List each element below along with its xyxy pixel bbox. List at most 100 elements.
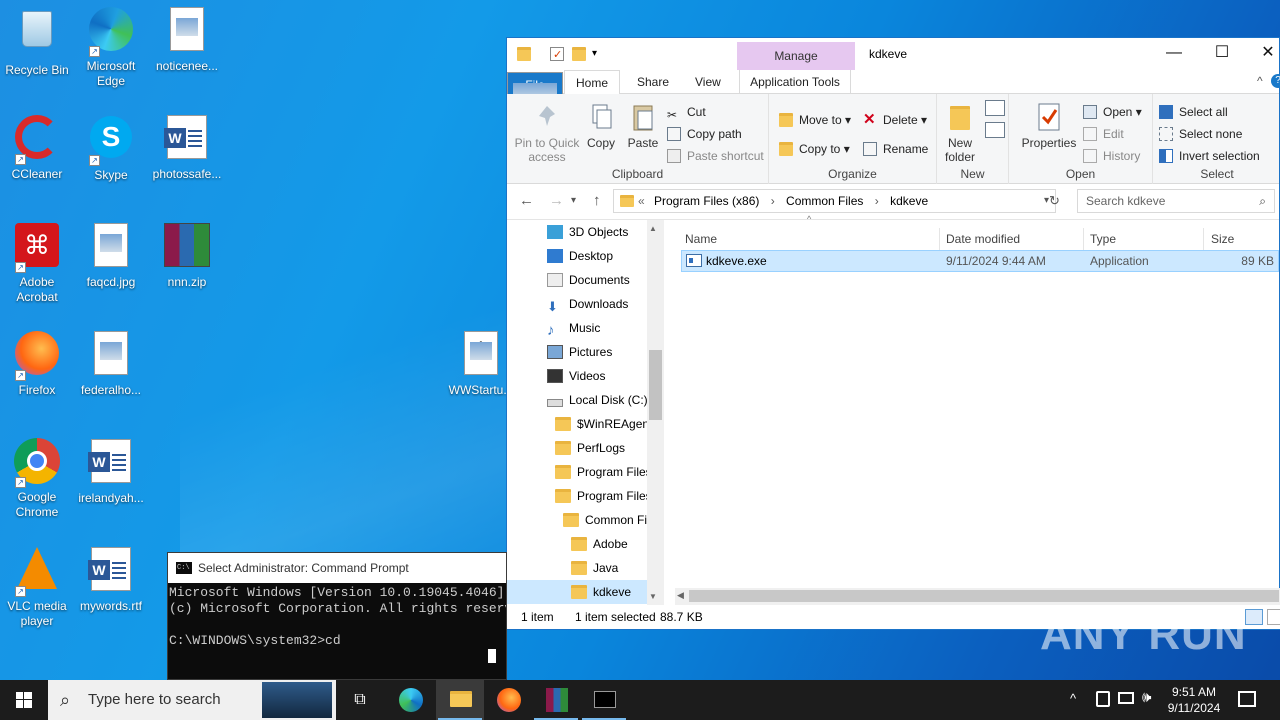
paste-shortcut-button[interactable]: Paste shortcut <box>667 146 764 166</box>
desktop-icon[interactable]: federalho... <box>74 329 148 398</box>
back-icon[interactable]: ← <box>519 192 534 209</box>
sidebar-item[interactable]: PerfLogs <box>555 436 625 460</box>
sidebar-item[interactable]: Program Files <box>555 484 652 508</box>
sidebar-item[interactable]: 3D Objects <box>547 220 628 244</box>
cut-button[interactable]: ✂ Cut <box>667 102 706 122</box>
help-icon[interactable]: ? <box>1271 74 1280 88</box>
column-name[interactable]: Name <box>685 228 717 250</box>
desktop-icon[interactable]: Wmywords.rtf <box>74 545 148 614</box>
taskbar-edge-icon[interactable] <box>386 680 434 720</box>
sidebar-item[interactable]: Java <box>571 556 618 580</box>
navigation-pane[interactable]: 3D Objects Desktop Documents ⬇ Downloads ♪ Mus… <box>507 220 665 605</box>
command-prompt-window[interactable]: C:\ Select Administrator: Command Prompt… <box>167 552 507 680</box>
tab-home[interactable]: Home <box>564 70 620 95</box>
large-icons-view-icon[interactable] <box>1267 609 1280 625</box>
desktop-icon[interactable]: ↗ CCleaner <box>0 113 74 182</box>
select-none-button[interactable]: Select none <box>1159 124 1242 144</box>
breadcrumb-kdkeve[interactable]: kdkeve <box>890 194 928 208</box>
tab-application-tools[interactable]: Application Tools <box>739 70 851 94</box>
hscroll-thumb[interactable] <box>689 590 1279 602</box>
tab-view[interactable]: View <box>683 70 733 94</box>
new-item-icon[interactable] <box>985 100 1005 116</box>
maximize-icon[interactable]: ☐ <box>1199 38 1245 68</box>
scroll-left-icon[interactable]: ◀ <box>677 590 684 601</box>
easy-access-icon[interactable] <box>985 122 1005 138</box>
cmd-output[interactable]: Microsoft Windows [Version 10.0.19045.40… <box>168 583 506 649</box>
nav-scroll-thumb[interactable] <box>649 350 662 420</box>
recent-locations-icon[interactable]: ▾ <box>571 195 576 206</box>
taskbar-winrar-icon[interactable] <box>532 680 580 720</box>
up-icon[interactable]: ↑ <box>593 192 601 209</box>
search-input[interactable]: Search kdkeve ⌕ <box>1077 189 1275 213</box>
file-list-hscrollbar[interactable]: ◀ <box>675 588 1280 605</box>
details-view-icon[interactable] <box>1245 609 1263 625</box>
taskbar-firefox-icon[interactable] <box>484 680 532 720</box>
nav-scrollbar[interactable]: ▲ ▼ <box>647 220 664 605</box>
forward-icon[interactable]: → <box>549 192 564 209</box>
taskbar-clock[interactable]: 9:51 AM 9/11/2024 <box>1158 684 1230 716</box>
scroll-up-icon[interactable]: ▲ <box>649 224 657 233</box>
minimize-icon[interactable]: — <box>1151 38 1197 68</box>
properties-qa-icon[interactable]: ✓ <box>550 47 564 61</box>
new-folder-button[interactable]: New folder <box>941 102 979 164</box>
taskbar-explorer-icon[interactable] <box>436 680 484 720</box>
overflow-chevron[interactable]: « <box>638 190 645 212</box>
desktop-icon[interactable]: ↗ Microsoft Edge <box>74 5 148 89</box>
desktop-icon[interactable]: Recycle Bin <box>0 5 74 78</box>
tab-file[interactable]: File <box>507 72 563 101</box>
manage-context-tab[interactable]: Manage <box>737 42 855 70</box>
tab-share[interactable]: Share <box>625 70 681 94</box>
desktop-icon[interactable]: faqcd.jpg <box>74 221 148 290</box>
sidebar-item[interactable]: Pictures <box>547 340 612 364</box>
breadcrumb-common-files[interactable]: Common Files <box>786 194 863 208</box>
invert-selection-button[interactable]: Invert selection <box>1159 146 1260 166</box>
rename-button[interactable]: Rename <box>863 139 928 159</box>
desktop-icon[interactable]: Wirelandyah... <box>74 437 148 506</box>
device-icon[interactable] <box>1096 691 1110 707</box>
new-folder-qa-icon[interactable] <box>572 47 586 61</box>
task-view-icon[interactable]: ⧉ <box>336 680 384 720</box>
file-explorer-window[interactable]: ✓ ▾ Manage kdkeve — ☐ ✕ File Home Share … <box>506 37 1280 630</box>
delete-button[interactable]: ✕ Delete ▾ <box>863 110 927 130</box>
edit-button[interactable]: Edit <box>1083 124 1124 144</box>
desktop-icon[interactable]: ↗ VLC media player <box>0 545 74 629</box>
column-date-modified[interactable]: Date modified <box>946 228 1020 250</box>
sidebar-item[interactable]: ♪ Music <box>547 316 600 340</box>
sidebar-item[interactable]: Desktop <box>547 244 613 268</box>
sidebar-item[interactable]: Common Fi <box>563 508 647 532</box>
select-all-button[interactable]: Select all <box>1159 102 1228 122</box>
notification-icon[interactable] <box>1238 691 1256 707</box>
start-button[interactable] <box>0 680 48 720</box>
sidebar-item[interactable]: Documents <box>547 268 630 292</box>
properties-button[interactable]: Properties <box>1019 102 1079 150</box>
sidebar-item[interactable]: Adobe <box>571 532 628 556</box>
pin-quick-access-button[interactable]: Pin to Quick access <box>511 102 583 164</box>
address-box[interactable]: « Program Files (x86) › Common Files › k… <box>613 189 1056 213</box>
refresh-icon[interactable]: ↻ <box>1049 193 1060 209</box>
sidebar-item[interactable]: Program Files <box>555 460 652 484</box>
collapse-ribbon-icon[interactable]: ^ <box>1257 74 1263 88</box>
column-size[interactable]: Size <box>1211 228 1234 250</box>
desktop-icon[interactable]: ⌘ ↗ Adobe Acrobat <box>0 221 74 305</box>
volume-icon[interactable]: 🕪 <box>1142 689 1151 706</box>
taskbar-search-input[interactable]: ⌕ Type here to search <box>48 680 336 720</box>
desktop-icon[interactable]: S ↗ Skype <box>74 113 148 183</box>
desktop-icon[interactable]: noticenee... <box>150 5 224 74</box>
table-row[interactable]: kdkeve.exe 9/11/2024 9:44 AM Application… <box>681 250 1279 272</box>
paste-button[interactable]: Paste <box>623 102 663 150</box>
sidebar-item[interactable]: ⬇ Downloads <box>547 292 628 316</box>
sidebar-item[interactable]: Videos <box>547 364 605 388</box>
desktop-icon[interactable]: ↗ Firefox <box>0 329 74 398</box>
desktop-icon[interactable]: ↗ Google Chrome <box>0 437 74 520</box>
taskbar-cmd-icon[interactable] <box>580 680 628 720</box>
customize-qa-icon[interactable]: ▾ <box>592 47 606 61</box>
copy-to-button[interactable]: Copy to ▾ <box>779 139 850 159</box>
cmd-title-bar[interactable]: C:\ Select Administrator: Command Prompt <box>168 553 506 583</box>
network-icon[interactable] <box>1118 692 1134 704</box>
sidebar-item[interactable]: Local Disk (C:) <box>547 388 648 412</box>
history-button[interactable]: History <box>1083 146 1140 166</box>
copy-path-button[interactable]: Copy path <box>667 124 742 144</box>
close-icon[interactable]: ✕ <box>1245 38 1280 68</box>
open-button[interactable]: Open ▾ <box>1083 102 1142 122</box>
file-list[interactable]: ^ Name Date modified Type Size kdkeve.ex… <box>675 214 1280 605</box>
